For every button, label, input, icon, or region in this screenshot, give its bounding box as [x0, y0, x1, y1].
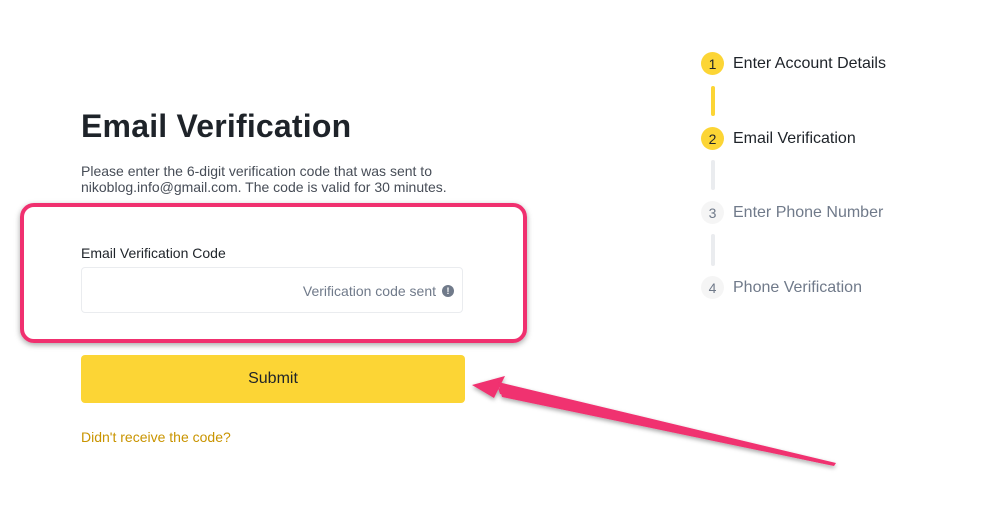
step-2: 2 Email Verification [701, 127, 856, 150]
code-field-label: Email Verification Code [81, 245, 226, 261]
step-connector-1 [711, 86, 715, 116]
code-sent-text: Verification code sent [302, 283, 436, 299]
step-3-number: 3 [701, 201, 724, 224]
step-4: 4 Phone Verification [701, 276, 862, 299]
step-1-label: Enter Account Details [733, 54, 886, 72]
step-2-number: 2 [701, 127, 724, 150]
code-sent-status: Verification code sent ! [303, 283, 454, 299]
resend-code-link[interactable]: Didn't receive the code? [81, 429, 231, 445]
page-description: Please enter the 6-digit verification co… [81, 163, 447, 195]
step-3: 3 Enter Phone Number [701, 201, 883, 224]
email-verification-code-input[interactable] [82, 268, 306, 312]
step-3-label: Enter Phone Number [733, 203, 884, 221]
info-icon[interactable]: ! [442, 285, 454, 297]
verification-page: Email Verification Please enter the 6-di… [0, 0, 985, 522]
step-1: 1 Enter Account Details [701, 52, 886, 75]
code-field[interactable]: Verification code sent ! [81, 267, 463, 313]
step-2-label: Email Verification [733, 129, 856, 147]
submit-button[interactable]: Submit [81, 355, 465, 403]
page-title: Email Verification [81, 108, 352, 144]
step-1-number: 1 [701, 52, 724, 75]
step-connector-3 [711, 234, 715, 266]
step-4-number: 4 [701, 276, 724, 299]
step-4-label: Phone Verification [733, 278, 862, 296]
step-connector-2 [711, 160, 715, 190]
